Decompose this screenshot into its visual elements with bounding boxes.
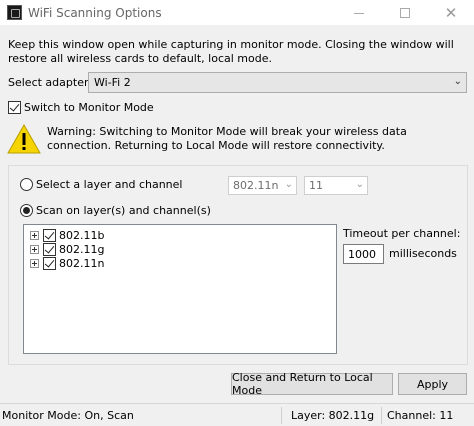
expand-icon[interactable] xyxy=(30,258,39,268)
radio-select-layer[interactable] xyxy=(20,178,33,191)
expand-icon[interactable] xyxy=(30,244,39,254)
layer-checkbox[interactable] xyxy=(43,228,56,242)
status-bar: Monitor Mode: On, Scan Layer: 802.11g Ch… xyxy=(0,403,474,426)
layer-tree[interactable]: 802.11b 802.11g 802.11n xyxy=(23,224,337,354)
radio-select-layer-label[interactable]: Select a layer and channel xyxy=(36,178,182,191)
status-divider xyxy=(281,407,282,424)
monitor-mode-label[interactable]: Switch to Monitor Mode xyxy=(24,101,154,114)
check-icon xyxy=(44,256,55,268)
tree-item[interactable]: 802.11n xyxy=(30,256,104,270)
maximize-icon xyxy=(400,8,410,18)
check-icon xyxy=(44,228,55,240)
minimize-button[interactable] xyxy=(336,0,382,26)
timeout-input[interactable]: 1000 xyxy=(343,244,384,264)
tree-item[interactable]: 802.11g xyxy=(30,242,104,256)
tree-item-label: 802.11b xyxy=(59,228,105,242)
check-icon xyxy=(44,242,55,254)
radio-scan-layers-label[interactable]: Scan on layer(s) and channel(s) xyxy=(36,204,211,217)
layer-select-value: 802.11n xyxy=(233,179,279,192)
warning-text: Warning: Switching to Monitor Mode will … xyxy=(47,125,407,152)
adapter-select[interactable]: Wi-Fi 2 ⌄ xyxy=(88,72,467,93)
tree-item-label: 802.11n xyxy=(59,256,105,270)
monitor-mode-checkbox[interactable] xyxy=(8,101,21,114)
layer-select[interactable]: 802.11n ⌄ xyxy=(228,176,297,195)
layer-checkbox[interactable] xyxy=(43,256,56,270)
check-icon xyxy=(9,101,20,112)
close-icon: ✕ xyxy=(444,3,458,22)
timeout-label: Timeout per channel: xyxy=(343,227,461,240)
maximize-button[interactable] xyxy=(382,0,428,26)
window-title: WiFi Scanning Options xyxy=(28,6,162,20)
close-button[interactable]: ✕ xyxy=(428,0,474,26)
timeout-unit: milliseconds xyxy=(389,247,457,260)
apply-button[interactable]: Apply xyxy=(398,373,467,395)
layer-checkbox[interactable] xyxy=(43,242,56,256)
channel-select-value: 11 xyxy=(309,179,323,192)
chevron-down-icon: ⌄ xyxy=(453,76,462,87)
radio-scan-layers[interactable] xyxy=(20,204,33,217)
chevron-down-icon: ⌄ xyxy=(284,179,293,190)
app-icon xyxy=(7,5,22,20)
channel-select[interactable]: 11 ⌄ xyxy=(304,176,368,195)
return-to-local-mode-button[interactable]: Close and Return to Local Mode xyxy=(231,371,393,397)
tree-item-label: 802.11g xyxy=(59,242,105,256)
adapter-selected-value: Wi-Fi 2 xyxy=(94,76,131,89)
adapter-label: Select adapter: xyxy=(8,76,92,89)
status-layer: Layer: 802.11g xyxy=(291,409,375,422)
status-divider xyxy=(381,407,382,424)
chevron-down-icon: ⌄ xyxy=(355,179,364,190)
status-mode: Monitor Mode: On, Scan xyxy=(2,409,134,422)
expand-icon[interactable] xyxy=(30,230,39,240)
warning-triangle-icon xyxy=(7,124,41,154)
status-channel: Channel: 11 xyxy=(387,409,454,422)
title-bar: WiFi Scanning Options ✕ xyxy=(0,0,474,26)
tree-item[interactable]: 802.11b xyxy=(30,228,104,242)
minimize-icon xyxy=(354,12,364,14)
intro-text: Keep this window open while capturing in… xyxy=(8,38,454,65)
